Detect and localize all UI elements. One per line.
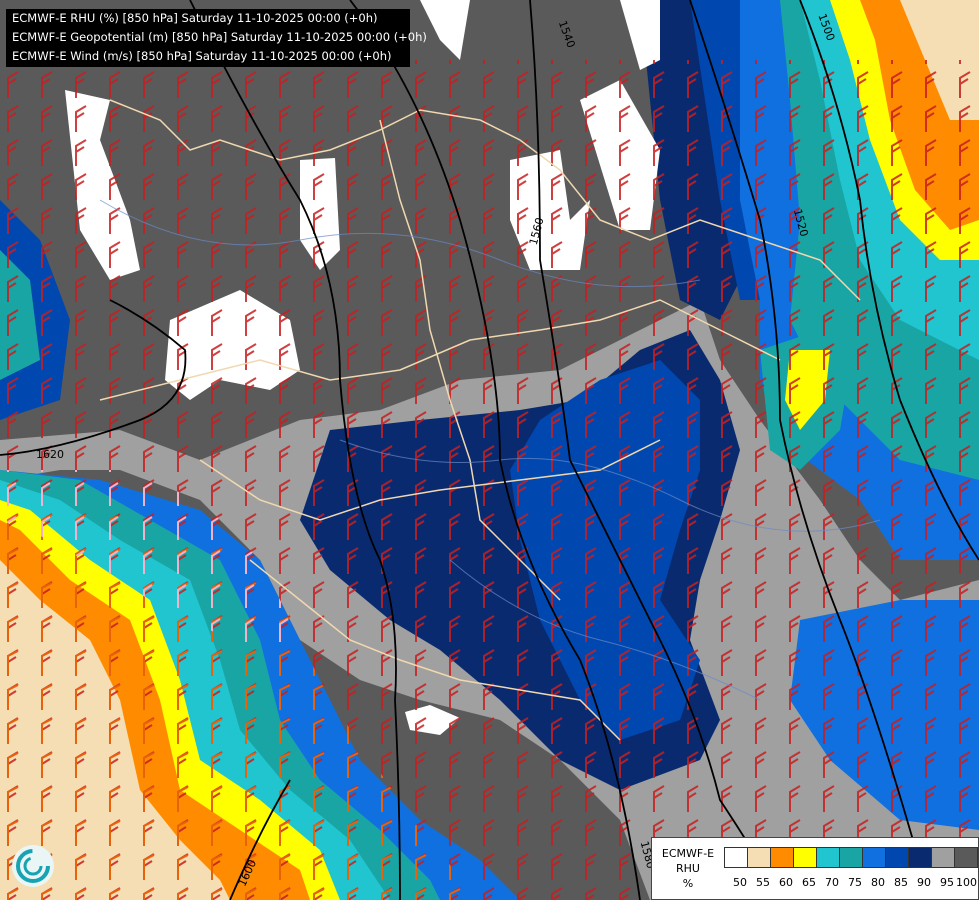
rhu-map: 1540 1560 1500 1520 1620 1600 1580 — [0, 0, 979, 900]
legend-swatch — [793, 847, 816, 868]
legend-tick-label: 55 — [756, 876, 770, 889]
contour-label-1620: 1620 — [36, 448, 64, 461]
legend-swatch — [770, 847, 793, 868]
legend-tick-label: 90 — [917, 876, 931, 889]
legend-tick-label: 85 — [894, 876, 908, 889]
legend-swatch — [747, 847, 770, 868]
legend-swatch — [954, 847, 978, 868]
rhu-legend: ECMWF-E RHU % 50 55 60 65 70 75 80 85 90 95 100 — [651, 837, 979, 900]
legend-swatch — [885, 847, 908, 868]
legend-title-model: ECMWF-E — [661, 847, 715, 860]
legend-tick-label: 95 — [940, 876, 954, 889]
legend-swatch — [862, 847, 885, 868]
legend-swatch — [931, 847, 954, 868]
legend-ticks: 50 55 60 65 70 75 80 85 90 95 100 — [724, 876, 977, 889]
legend-tick-label: 60 — [779, 876, 793, 889]
legend-tick-label: 50 — [733, 876, 747, 889]
legend-tick-label: 65 — [802, 876, 816, 889]
ecmwf-logo-icon — [12, 845, 54, 887]
legend-swatch — [816, 847, 839, 868]
legend-tick-label: 75 — [848, 876, 862, 889]
header-info-box: ECMWF-E RHU (%) [850 hPa] Saturday 11-10… — [6, 9, 427, 67]
legend-tick-label: 80 — [871, 876, 885, 889]
legend-tick-label: 100 — [956, 876, 977, 889]
header-line-wind: ECMWF-E Wind (m/s) [850 hPa] Saturday 11… — [12, 49, 392, 63]
legend-title-variable: RHU — [676, 862, 700, 875]
legend-tick-label: 70 — [825, 876, 839, 889]
legend-title: ECMWF-E RHU % — [656, 846, 720, 891]
legend-swatch — [724, 847, 747, 868]
header-line-geopotential: ECMWF-E Geopotential (m) [850 hPa] Satur… — [12, 30, 427, 44]
legend-swatch — [839, 847, 862, 868]
header-line-rhu: ECMWF-E RHU (%) [850 hPa] Saturday 11-10… — [12, 11, 378, 25]
legend-title-unit: % — [682, 877, 694, 890]
legend-swatch — [908, 847, 931, 868]
legend-swatches — [724, 847, 978, 868]
